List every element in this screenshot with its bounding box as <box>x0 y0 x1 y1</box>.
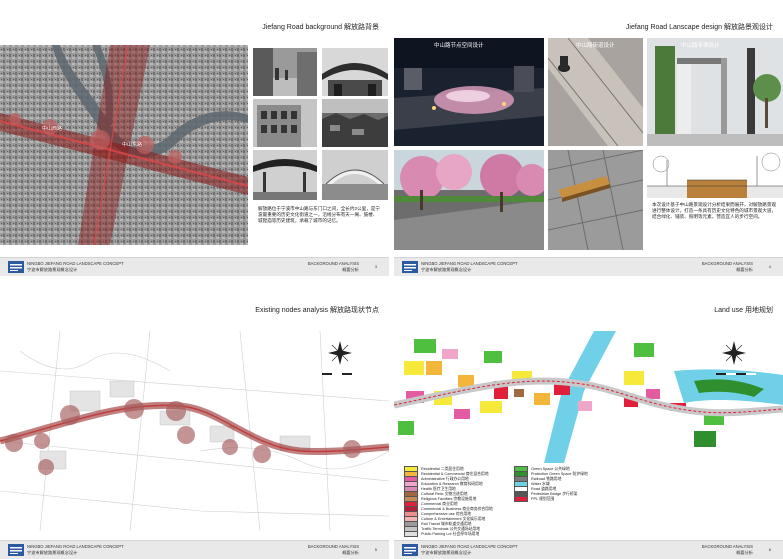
footer-title-cn: 宁波市解放路景观概念设计 <box>27 550 78 555</box>
page-land-use: Land use 用地规划 Residential 二类居住用地 Residen… <box>394 283 783 559</box>
photo-stone-bridge-graphic <box>322 150 388 200</box>
footer-section-cn: 概要分析 <box>342 267 359 272</box>
footer-section-en: BACKGROUND ANALYSIS <box>701 261 753 266</box>
page-jiefang-background: Jiefang Road background 解放路背景 中山西路 中山东路 … <box>0 0 389 276</box>
page-footer: NINGBO JIEFANG ROAD LANDSCAPE CONCEPT 宁波… <box>0 257 389 276</box>
page-title: Existing nodes analysis 解放路现状节点 <box>255 307 379 314</box>
photo-pavilion-graphic <box>253 150 317 200</box>
land-use-legend: Residential 二类居住用地 Residential & Commerci… <box>404 466 664 538</box>
page-footer: NINGBO JIEFANG ROAD LANDSCAPE CONCEPT 宁波… <box>394 257 783 276</box>
legend-label: PPL 规划范围 <box>531 497 555 501</box>
page-title: Jiefang Road Lanscape design 解放路景观设计 <box>625 24 773 31</box>
page-number: 3 <box>374 264 377 269</box>
legend-item: PPL 规划范围 <box>514 496 554 502</box>
photo-old-town-aerial-graphic <box>322 99 388 147</box>
caption-node-space: 中山路节点空间设计 <box>434 43 484 49</box>
caption-special-design: 中山路专项设计 <box>681 43 720 49</box>
page-existing-nodes: Existing nodes analysis 解放路现状节点 NINGBO J… <box>0 283 389 559</box>
logo-icon <box>8 261 24 273</box>
page-title: Land use 用地规划 <box>714 307 773 314</box>
page-number: 4 <box>768 264 771 269</box>
logo-icon <box>402 544 418 556</box>
photo-street-old <box>253 48 317 96</box>
render-node-space-night: 中山路节点空间设计 <box>394 38 544 146</box>
land-use-map-graphic <box>394 331 783 463</box>
section-drawing <box>647 150 783 198</box>
footer-title-cn: 宁波市解放路景观概念设计 <box>421 267 472 272</box>
photo-old-town-aerial <box>322 99 388 147</box>
photo-temple-roof <box>322 48 388 96</box>
land-use-map <box>394 331 783 463</box>
footer-title-cn: 宁波市解放路景观概念设计 <box>27 267 78 272</box>
render-node-space-graphic <box>394 38 544 146</box>
page-title: Jiefang Road background 解放路背景 <box>262 24 379 31</box>
caption-street-design: 中山路街道设计 <box>576 43 615 49</box>
map-label-zhongshan-east: 中山东路 <box>122 142 143 148</box>
legend-label: Public Parking Lot 社会停车场用地 <box>421 532 480 536</box>
logo-icon <box>8 544 24 556</box>
photo-stone-bridge <box>322 150 388 200</box>
page-footer: NINGBO JIEFANG ROAD LANDSCAPE CONCEPT 宁波… <box>394 540 783 559</box>
page-description: 本次设计基于中山路景观设计分析结果而展开，对解放路景观进行整体设计，打造一条具有… <box>652 202 777 220</box>
footer-section-en: BACKGROUND ANALYSIS <box>701 544 753 549</box>
render-special-design-graphic <box>647 38 783 146</box>
nodes-plan-map-graphic <box>0 331 389 531</box>
render-plaza-blossoms-graphic <box>394 150 544 250</box>
page-number: 5 <box>374 547 377 552</box>
photo-street-old-graphic <box>253 48 317 96</box>
footer-section-en: BACKGROUND ANALYSIS <box>307 544 359 549</box>
footer-title-en: NINGBO JIEFANG ROAD LANDSCAPE CONCEPT <box>421 544 518 549</box>
page-landscape-design: Jiefang Road Lanscape design 解放路景观设计 中山路… <box>394 0 783 276</box>
page-footer: NINGBO JIEFANG ROAD LANDSCAPE CONCEPT 宁波… <box>0 540 389 559</box>
render-street-paving: 中山路街道设计 <box>548 38 643 146</box>
footer-title-en: NINGBO JIEFANG ROAD LANDSCAPE CONCEPT <box>27 261 124 266</box>
nodes-plan-map <box>0 331 389 531</box>
footer-title-cn: 宁波市解放路景观概念设计 <box>421 550 472 555</box>
footer-title-en: NINGBO JIEFANG ROAD LANDSCAPE CONCEPT <box>27 544 124 549</box>
render-street-paving-graphic <box>548 38 643 146</box>
render-plaza-blossoms <box>394 150 544 250</box>
render-bench-paving <box>548 150 643 250</box>
footer-section-cn: 概要分析 <box>736 267 753 272</box>
photo-colonial-building <box>253 99 317 147</box>
photo-colonial-building-graphic <box>253 99 317 147</box>
legend-swatch <box>514 496 528 502</box>
photo-pavilion <box>253 150 317 200</box>
footer-title-en: NINGBO JIEFANG ROAD LANDSCAPE CONCEPT <box>421 261 518 266</box>
render-bench-paving-graphic <box>548 150 643 250</box>
aerial-map-photo: 中山西路 中山东路 <box>0 45 248 245</box>
logo-icon <box>402 261 418 273</box>
map-label-zhongshan-west: 中山西路 <box>42 126 63 132</box>
footer-section-en: BACKGROUND ANALYSIS <box>307 261 359 266</box>
footer-section-cn: 概要分析 <box>736 550 753 555</box>
footer-section-cn: 概要分析 <box>342 550 359 555</box>
page-description: 解放路位于宁波市中山路与东门口之间，全长约2公里，是宁波最重要的历史文化街道之一… <box>258 206 380 224</box>
legend-item: Public Parking Lot 社会停车场用地 <box>404 531 479 537</box>
render-special-design: 中山路专项设计 <box>647 38 783 146</box>
photo-temple-roof-graphic <box>322 48 388 96</box>
legend-swatch <box>404 531 418 537</box>
page-number: 6 <box>768 547 771 552</box>
section-drawing-graphic <box>647 150 783 198</box>
